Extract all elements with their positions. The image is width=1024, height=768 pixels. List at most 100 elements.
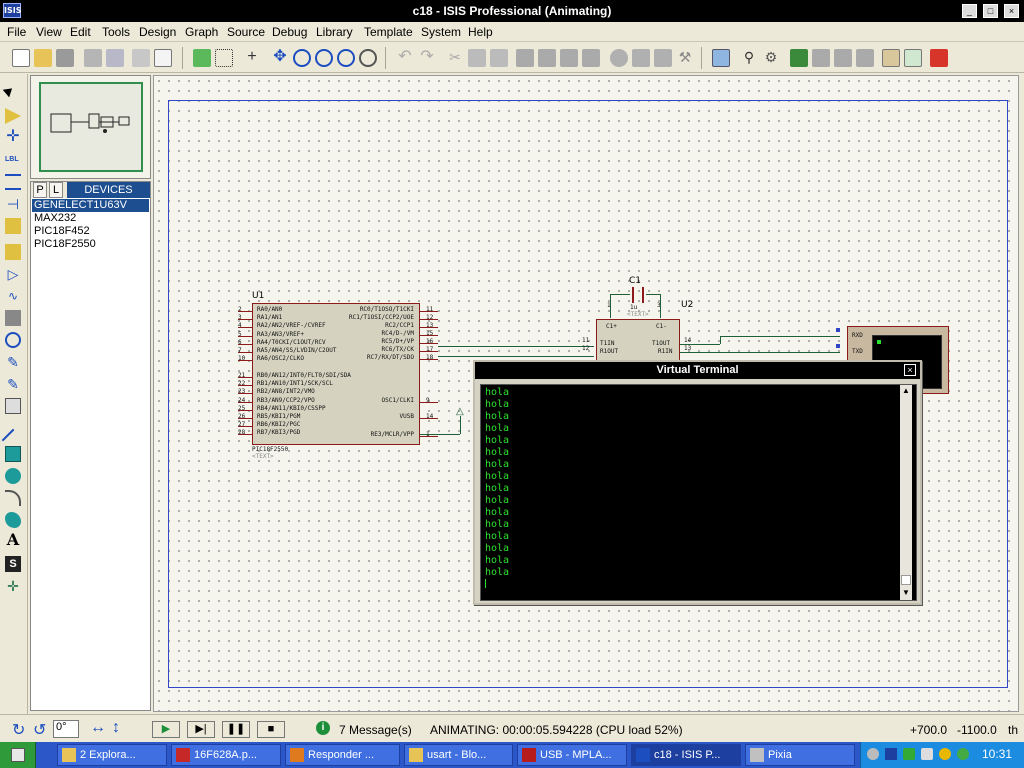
- electrical-rules-icon[interactable]: [834, 49, 852, 67]
- decompose-icon[interactable]: ⚒: [676, 49, 694, 67]
- text-script-icon[interactable]: [5, 174, 21, 190]
- step-button[interactable]: ▶|: [187, 721, 215, 738]
- voltage-probe-icon[interactable]: ✎: [5, 354, 21, 370]
- start-button[interactable]: [0, 742, 36, 768]
- taskbar-task[interactable]: c18 - ISIS P...: [631, 744, 741, 766]
- graph-mode-icon[interactable]: ∿: [5, 288, 21, 304]
- mirror-y-icon[interactable]: ↕: [112, 719, 120, 737]
- selection-mode-icon[interactable]: [2, 84, 16, 98]
- clock[interactable]: 10:31: [982, 747, 1012, 761]
- box-draw-icon[interactable]: [5, 446, 21, 462]
- menu-source[interactable]: Source: [227, 25, 265, 39]
- pan-icon[interactable]: ✥: [271, 49, 289, 67]
- terminal-scrollbar[interactable]: ▲ ▼: [900, 385, 912, 600]
- new-file-icon[interactable]: [12, 49, 30, 67]
- taskbar-task[interactable]: usart - Blo...: [404, 744, 513, 766]
- property-assignment-icon[interactable]: ⚙: [762, 49, 780, 67]
- close-button[interactable]: ×: [1004, 4, 1019, 18]
- block-copy-icon[interactable]: [516, 49, 534, 67]
- arc-draw-icon[interactable]: [5, 490, 21, 506]
- block-move-icon[interactable]: [538, 49, 556, 67]
- zoom-in-icon[interactable]: [293, 49, 311, 67]
- subcircuit-icon[interactable]: [5, 218, 21, 234]
- origin-icon[interactable]: +: [243, 49, 261, 67]
- virtual-terminal-close-icon[interactable]: ×: [904, 364, 916, 376]
- virtual-terminal-screen[interactable]: hola hola hola hola hola hola hola hola hola hola…: [480, 384, 917, 601]
- messages-count[interactable]: 7 Message(s): [339, 723, 412, 737]
- print-icon[interactable]: [132, 49, 150, 67]
- pause-button[interactable]: ❚❚: [222, 721, 250, 738]
- menu-design[interactable]: Design: [139, 25, 176, 39]
- tray-monitor-icon[interactable]: [885, 748, 897, 760]
- symbol-icon[interactable]: S: [5, 556, 21, 572]
- netlist-icon[interactable]: [790, 49, 808, 67]
- mirror-x-icon[interactable]: ↔: [90, 719, 106, 737]
- grid-icon[interactable]: [215, 49, 233, 67]
- terminal-mode-icon[interactable]: [5, 244, 21, 260]
- netlist-to-ares-icon[interactable]: [856, 49, 874, 67]
- tray-app-icon[interactable]: [957, 748, 969, 760]
- menu-edit[interactable]: Edit: [70, 25, 91, 39]
- path-draw-icon[interactable]: [5, 512, 21, 528]
- menu-graph[interactable]: Graph: [185, 25, 218, 39]
- library-manager-button[interactable]: L: [49, 182, 63, 198]
- scroll-thumb[interactable]: [901, 575, 911, 585]
- taskbar-task[interactable]: 16F628A.p...: [171, 744, 281, 766]
- text-draw-icon[interactable]: A: [5, 532, 21, 548]
- menu-debug[interactable]: Debug: [272, 25, 307, 39]
- taskbar-task[interactable]: 2 Explora...: [57, 744, 167, 766]
- export-icon[interactable]: [106, 49, 124, 67]
- c1-capacitor[interactable]: [632, 287, 644, 303]
- block-rotate-icon[interactable]: [560, 49, 578, 67]
- tray-security-icon[interactable]: [903, 748, 915, 760]
- rotate-clockwise-icon[interactable]: ↻: [12, 720, 25, 740]
- device-item-genelect1u63v[interactable]: GENELECT1U63V: [32, 199, 149, 212]
- rotate-anticlockwise-icon[interactable]: ↺: [33, 720, 46, 740]
- wire-label-icon[interactable]: LBL: [5, 152, 21, 168]
- block-delete-icon[interactable]: [582, 49, 600, 67]
- menu-view[interactable]: View: [36, 25, 62, 39]
- overview-window[interactable]: [30, 75, 151, 179]
- paste-icon[interactable]: [490, 49, 508, 67]
- generator-icon[interactable]: [5, 332, 21, 348]
- taskbar-task[interactable]: Responder ...: [285, 744, 400, 766]
- device-item-max232[interactable]: MAX232: [32, 212, 149, 225]
- open-folder-icon[interactable]: [34, 49, 52, 67]
- menu-tools[interactable]: Tools: [102, 25, 130, 39]
- circle-draw-icon[interactable]: [5, 468, 21, 484]
- tray-volume-icon[interactable]: [921, 748, 933, 760]
- wire-autorouter-icon[interactable]: [712, 49, 730, 67]
- design-explorer-icon[interactable]: [882, 49, 900, 67]
- copy-icon[interactable]: [468, 49, 486, 67]
- pick-devices-button[interactable]: P: [33, 182, 47, 198]
- device-item-pic18f2550[interactable]: PIC18F2550: [32, 238, 149, 251]
- minimize-button[interactable]: _: [962, 4, 977, 18]
- zoom-all-icon[interactable]: [337, 49, 355, 67]
- menu-help[interactable]: Help: [468, 25, 493, 39]
- bus-icon[interactable]: ⊣: [5, 196, 21, 212]
- new-sheet-icon[interactable]: [904, 49, 922, 67]
- cut-icon[interactable]: ✂: [446, 49, 464, 67]
- tray-update-icon[interactable]: [939, 748, 951, 760]
- pick-device-icon[interactable]: [610, 49, 628, 67]
- marker-icon[interactable]: ✛: [5, 578, 21, 594]
- menu-library[interactable]: Library: [316, 25, 353, 39]
- zoom-out-icon[interactable]: [315, 49, 333, 67]
- tray-network-icon[interactable]: [867, 748, 879, 760]
- packaging-tool-icon[interactable]: [654, 49, 672, 67]
- ares-icon[interactable]: [930, 49, 948, 67]
- make-device-icon[interactable]: [632, 49, 650, 67]
- current-probe-icon[interactable]: ✎: [5, 376, 21, 392]
- search-tag-icon[interactable]: ⚲: [740, 49, 758, 67]
- page-setup-icon[interactable]: [154, 49, 172, 67]
- device-pin-icon[interactable]: ▷: [5, 266, 21, 282]
- redo-icon[interactable]: ↷: [418, 49, 436, 67]
- undo-icon[interactable]: ↶: [396, 49, 414, 67]
- component-mode-icon[interactable]: [5, 108, 21, 124]
- save-icon[interactable]: [56, 49, 74, 67]
- menu-system[interactable]: System: [421, 25, 461, 39]
- scroll-down-icon[interactable]: ▼: [901, 588, 911, 598]
- scroll-up-icon[interactable]: ▲: [901, 386, 911, 396]
- redraw-icon[interactable]: [193, 49, 211, 67]
- junction-dot-icon[interactable]: ✛: [5, 129, 21, 146]
